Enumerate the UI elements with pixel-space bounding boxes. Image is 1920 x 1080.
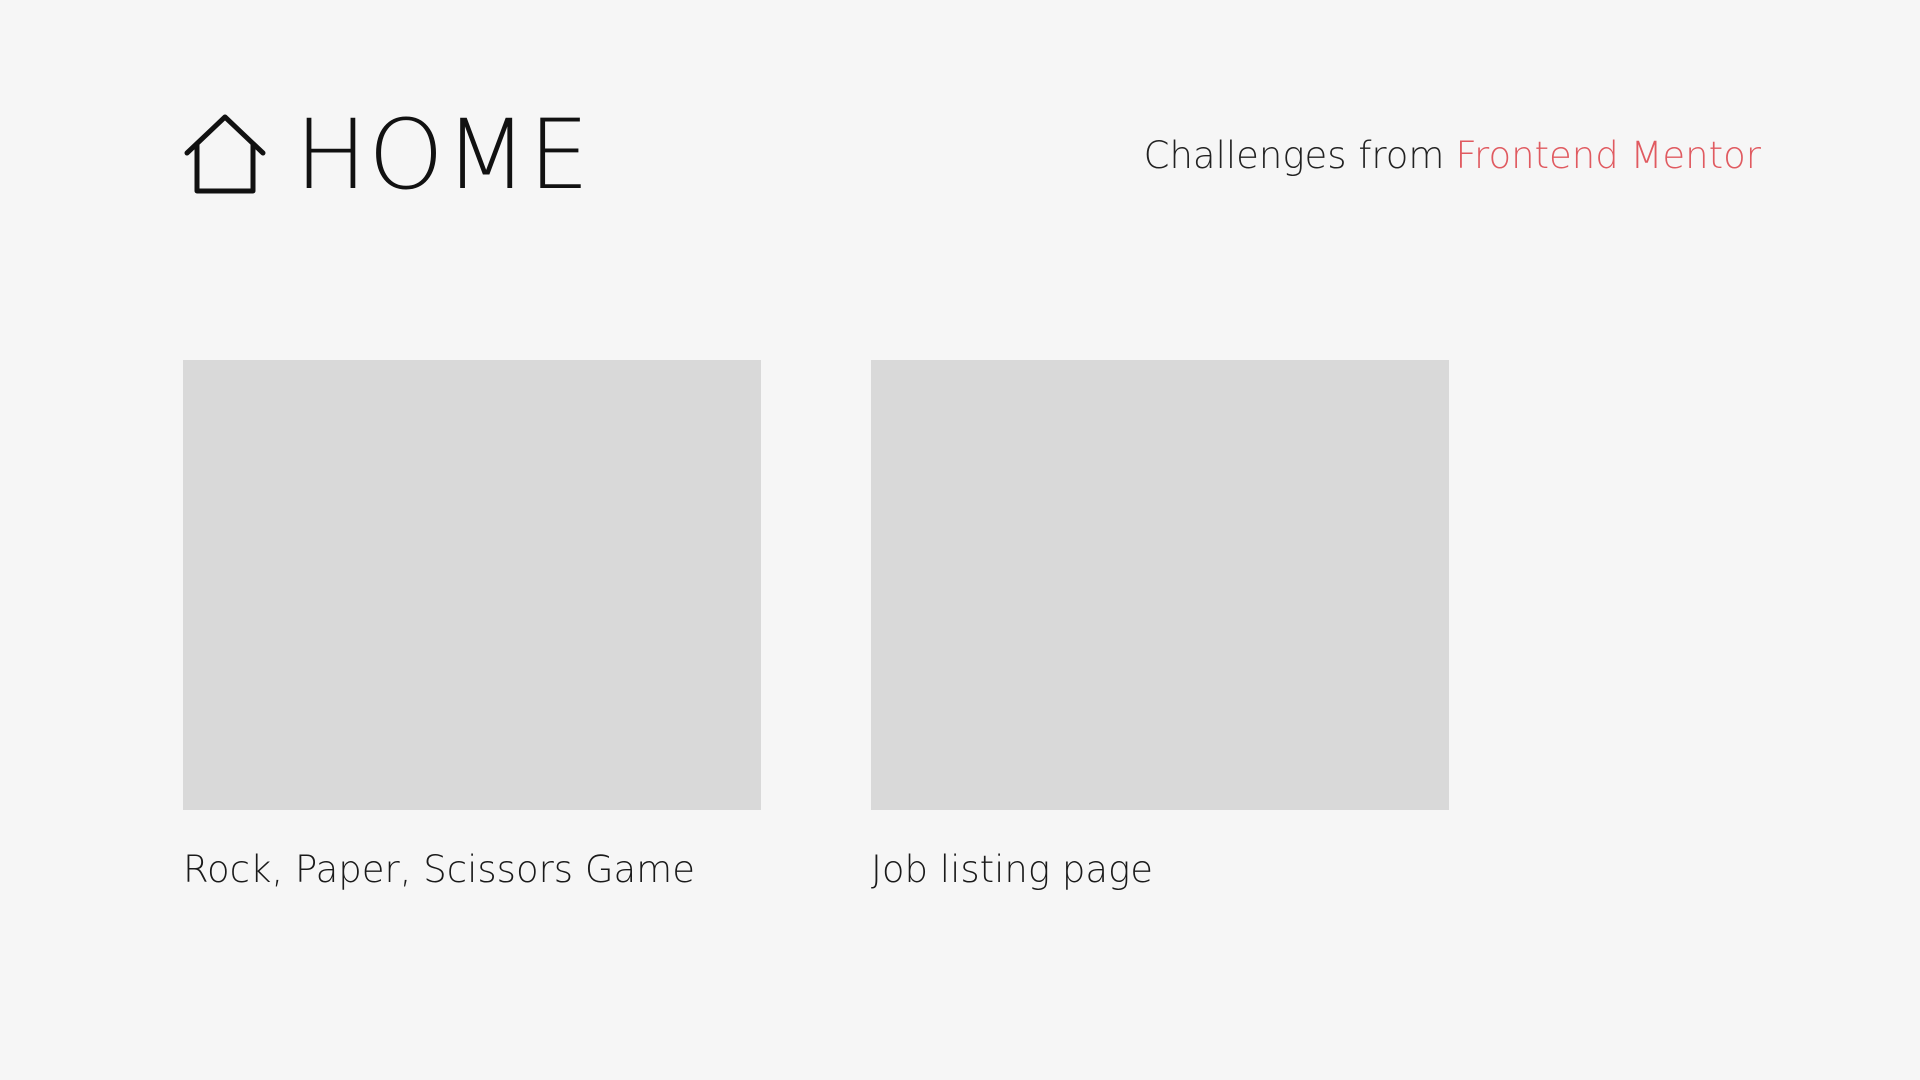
page: HOME Challenges from Frontend Mentor Roc… <box>0 0 1920 1080</box>
header: HOME Challenges from Frontend Mentor <box>183 100 1761 210</box>
project-grid: Rock, Paper, Scissors Game Job listing p… <box>183 360 1449 891</box>
frontend-mentor-link[interactable]: Frontend Mentor <box>1455 134 1761 177</box>
project-thumbnail[interactable] <box>871 360 1449 810</box>
home-icon <box>183 113 267 197</box>
project-card-job-listing[interactable]: Job listing page <box>871 360 1449 891</box>
home-link[interactable]: HOME <box>183 100 590 210</box>
project-thumbnail[interactable] <box>183 360 761 810</box>
project-title[interactable]: Job listing page <box>871 848 1449 891</box>
project-card-rock-paper-scissors[interactable]: Rock, Paper, Scissors Game <box>183 360 761 891</box>
credit: Challenges from Frontend Mentor <box>1144 100 1761 210</box>
page-title: HOME <box>295 99 591 211</box>
project-title[interactable]: Rock, Paper, Scissors Game <box>183 848 761 891</box>
credit-text: Challenges from <box>1143 133 1445 177</box>
